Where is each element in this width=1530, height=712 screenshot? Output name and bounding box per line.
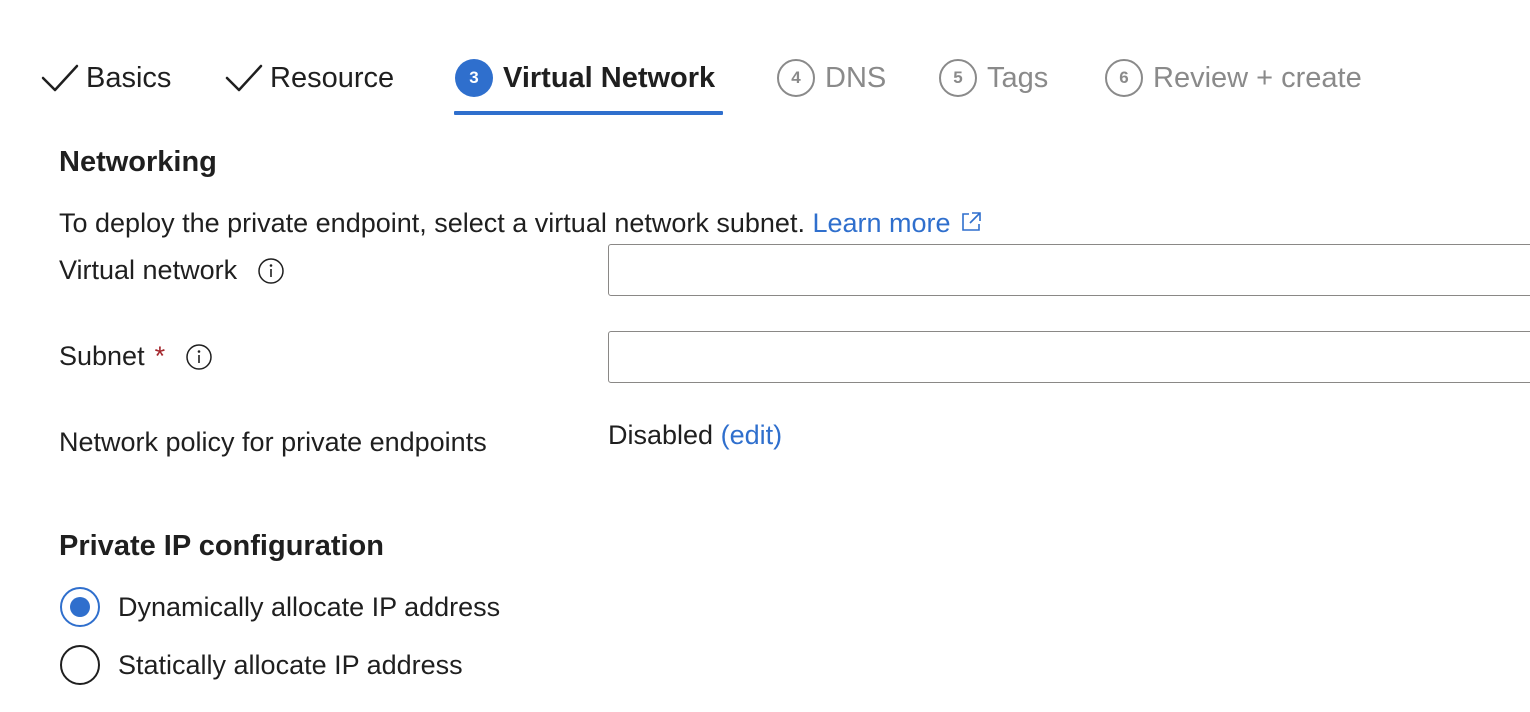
description-text: To deploy the private endpoint, select a… bbox=[59, 208, 805, 238]
check-icon bbox=[224, 58, 264, 98]
network-policy-value: Disabled (edit) bbox=[608, 420, 782, 451]
radio-label: Dynamically allocate IP address bbox=[118, 591, 501, 622]
step-number-badge: 5 bbox=[939, 59, 977, 97]
step-resource[interactable]: Resource bbox=[224, 52, 394, 104]
subnet-select[interactable] bbox=[608, 331, 1530, 383]
step-virtual-network[interactable]: 3 Virtual Network bbox=[455, 52, 715, 104]
networking-description: To deploy the private endpoint, select a… bbox=[59, 208, 983, 241]
label-text: Subnet bbox=[59, 341, 145, 371]
wizard-steps: Basics Resource 3 Virtual Network 4 DNS … bbox=[0, 0, 1530, 120]
policy-edit-link[interactable]: (edit) bbox=[721, 420, 783, 450]
step-tags[interactable]: 5 Tags bbox=[939, 52, 1048, 104]
radio-selected-dot bbox=[70, 597, 90, 617]
step-number-badge: 4 bbox=[777, 59, 815, 97]
step-number-badge: 3 bbox=[455, 59, 493, 97]
step-basics[interactable]: Basics bbox=[40, 52, 171, 104]
networking-heading: Networking bbox=[59, 146, 217, 178]
learn-more-link[interactable]: Learn more bbox=[812, 208, 982, 238]
virtual-network-select[interactable] bbox=[608, 244, 1530, 296]
check-icon bbox=[40, 58, 80, 98]
step-number-badge: 6 bbox=[1105, 59, 1143, 97]
radio-dynamic-ip[interactable]: Dynamically allocate IP address bbox=[60, 587, 500, 627]
step-label: Review + create bbox=[1153, 61, 1362, 94]
virtual-network-label: Virtual network bbox=[59, 255, 285, 286]
step-label: DNS bbox=[825, 61, 887, 94]
learn-more-label: Learn more bbox=[812, 208, 951, 238]
radio-label: Statically allocate IP address bbox=[118, 649, 463, 680]
external-link-icon bbox=[959, 210, 983, 241]
required-indicator: * bbox=[154, 341, 166, 371]
radio-static-ip[interactable]: Statically allocate IP address bbox=[60, 645, 463, 685]
step-dns[interactable]: 4 DNS bbox=[777, 52, 886, 104]
create-private-endpoint-page: Basics Resource 3 Virtual Network 4 DNS … bbox=[0, 0, 1530, 712]
radio-button[interactable] bbox=[60, 645, 100, 685]
info-icon[interactable] bbox=[185, 343, 213, 371]
step-label: Basics bbox=[86, 61, 172, 94]
step-label: Resource bbox=[270, 61, 395, 94]
step-label: Virtual Network bbox=[503, 61, 716, 94]
policy-status: Disabled bbox=[608, 420, 714, 450]
subnet-label: Subnet * bbox=[59, 341, 213, 372]
step-review-create[interactable]: 6 Review + create bbox=[1105, 52, 1362, 104]
private-ip-heading: Private IP configuration bbox=[59, 530, 384, 562]
active-step-indicator bbox=[454, 111, 723, 115]
label-text: Virtual network bbox=[59, 255, 238, 285]
step-label: Tags bbox=[987, 61, 1049, 94]
info-icon[interactable] bbox=[257, 257, 285, 285]
network-policy-label: Network policy for private endpoints bbox=[59, 427, 487, 457]
radio-button[interactable] bbox=[60, 587, 100, 627]
